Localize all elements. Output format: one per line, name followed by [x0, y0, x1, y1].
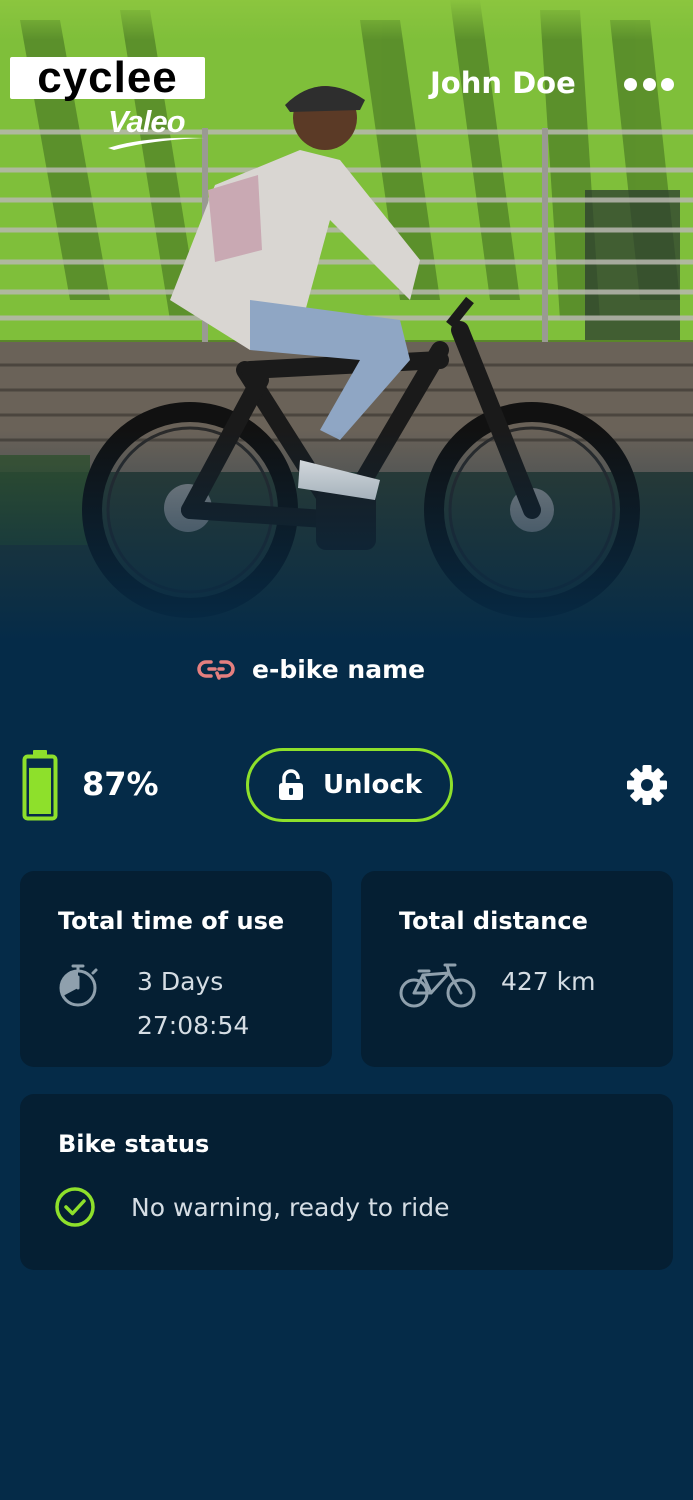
bike-name: e-bike name	[252, 654, 426, 684]
total-distance-title: Total distance	[399, 907, 588, 935]
bike-status-message: No warning, ready to ride	[131, 1193, 450, 1222]
logo-swoosh	[108, 137, 204, 150]
battery-fill	[29, 767, 51, 814]
logo-text: cyclee	[37, 53, 178, 102]
total-time-days: 3 Days	[137, 967, 224, 996]
user-name[interactable]: John Doe	[430, 66, 576, 100]
link-icon	[197, 660, 235, 680]
gear-icon[interactable]	[626, 764, 668, 806]
stopwatch-icon	[59, 964, 98, 1007]
battery-icon	[22, 750, 58, 821]
menu-dot	[624, 77, 637, 91]
more-dots-icon[interactable]	[624, 72, 674, 96]
bike-name-row[interactable]: e-bike name	[196, 650, 425, 688]
hero-top-fade	[0, 0, 693, 40]
total-distance-card: Total distance 427 km	[361, 871, 673, 1067]
check-circle-icon	[55, 1187, 95, 1227]
lock-icon	[278, 769, 303, 800]
bicycle-icon	[399, 963, 476, 1008]
bike-status-card: Bike status No warning, ready to ride	[20, 1094, 673, 1270]
total-distance-value: 427 km	[501, 967, 596, 996]
battery-percentage: 87%	[82, 765, 159, 803]
total-time-card: Total time of use 3 Days 27:08:54	[20, 871, 332, 1067]
brand-logo: cyclee	[10, 53, 205, 102]
total-time-title: Total time of use	[58, 907, 285, 935]
bike-status-title: Bike status	[58, 1130, 210, 1158]
unlock-button[interactable]: Unlock	[246, 748, 453, 822]
unlock-label: Unlock	[322, 770, 423, 800]
total-time-clock: 27:08:54	[137, 1011, 250, 1040]
menu-dot	[661, 77, 674, 91]
hero-bottom-fade	[0, 430, 693, 640]
menu-dot	[642, 77, 656, 91]
